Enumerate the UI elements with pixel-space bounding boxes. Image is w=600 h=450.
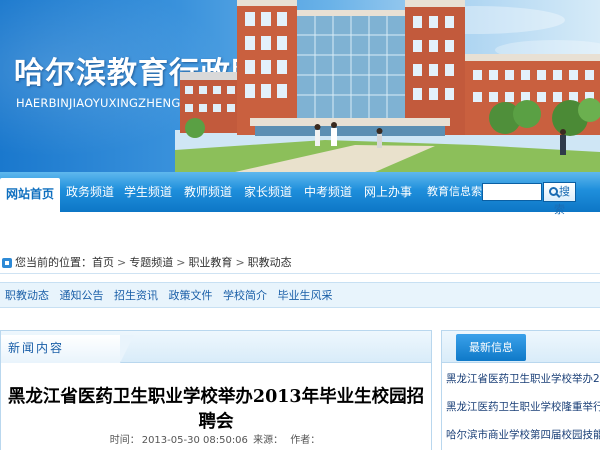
nav-item-students[interactable]: 学生频道 — [122, 172, 174, 212]
search-input[interactable] — [482, 183, 542, 201]
nav-item-parents[interactable]: 家长频道 — [242, 172, 294, 212]
nav-item-government[interactable]: 政务频道 — [64, 172, 116, 212]
nav-item-teachers[interactable]: 教师频道 — [182, 172, 234, 212]
article-time-label: 时间： — [109, 435, 140, 446]
breadcrumb-vocational-news[interactable]: 职教动态 — [248, 256, 292, 269]
subnav-item-graduates[interactable]: 毕业生风采 — [278, 289, 333, 302]
latest-info-panel: 最新信息 黑龙江省医药卫生职业学校举办2013年 黑龙江医药卫生职业学校隆重举行… — [441, 330, 600, 450]
subnav-item-admissions[interactable]: 招生资讯 — [114, 289, 158, 302]
latest-info-item[interactable]: 哈尔滨市商业学校第四届校园技能节圆满 — [446, 427, 600, 450]
nav-item-exam[interactable]: 中考频道 — [302, 172, 354, 212]
subnav-item-schools[interactable]: 学校简介 — [223, 289, 267, 302]
latest-info-list: 黑龙江省医药卫生职业学校举办2013年 黑龙江医药卫生职业学校隆重举行国家助 哈… — [446, 371, 600, 450]
article-meta: 时间： 2013-05-30 08:50:06 来源： 作者： — [1, 431, 431, 446]
main-nav-bar: 网站首页 政务频道 学生频道 教师频道 家长频道 中考频道 网上办事 教育信息索… — [0, 172, 600, 216]
article-source-label: 来源： — [253, 435, 284, 446]
sub-nav-bar: 职教动态 通知公告 招生资讯 政策文件 学校简介 毕业生风采 — [0, 282, 600, 308]
subnav-item-policies[interactable]: 政策文件 — [169, 289, 213, 302]
breadcrumb-separator: > — [117, 256, 127, 269]
latest-info-item[interactable]: 黑龙江省医药卫生职业学校举办2013年 — [446, 371, 600, 399]
breadcrumb: 您当前的位置：首页 > 专题频道 > 职业教育 > 职教动态 — [0, 252, 600, 274]
news-content-header: 新闻内容 — [1, 331, 431, 363]
subnav-item-notices[interactable]: 通知公告 — [60, 289, 104, 302]
breadcrumb-separator: > — [176, 256, 186, 269]
article-time: 2013-05-30 08:50:06 — [141, 435, 248, 446]
school-building-illustration — [175, 0, 600, 172]
breadcrumb-home[interactable]: 首页 — [92, 256, 114, 269]
subnav-item-vocational-news[interactable]: 职教动态 — [5, 289, 49, 302]
breadcrumb-prefix: 您当前的位置： — [15, 256, 92, 269]
site-banner: 哈尔滨教育行政网 HAERBINJIAOYUXINGZHENGWANG — [0, 0, 600, 172]
news-content-panel: 新闻内容 黑龙江省医药卫生职业学校举办2013年毕业生校园招聘会 时间： 2013… — [0, 330, 432, 450]
nav-item-home[interactable]: 网站首页 — [0, 178, 60, 212]
latest-info-item[interactable]: 黑龙江医药卫生职业学校隆重举行国家助 — [446, 399, 600, 427]
nav-item-online-service[interactable]: 网上办事 — [362, 172, 414, 212]
breadcrumb-vocational[interactable]: 职业教育 — [188, 256, 232, 269]
search-button[interactable]: 搜索 — [543, 182, 576, 216]
latest-info-title: 最新信息 — [456, 334, 526, 361]
location-icon — [2, 258, 12, 268]
article-author-label: 作者： — [290, 435, 321, 446]
breadcrumb-separator: > — [235, 256, 245, 269]
latest-info-header: 最新信息 — [442, 331, 600, 363]
article-title: 黑龙江省医药卫生职业学校举办2013年毕业生校园招聘会 — [7, 387, 425, 432]
search-icon — [549, 187, 558, 196]
breadcrumb-topics[interactable]: 专题频道 — [129, 256, 173, 269]
news-content-title: 新闻内容 — [1, 335, 134, 363]
